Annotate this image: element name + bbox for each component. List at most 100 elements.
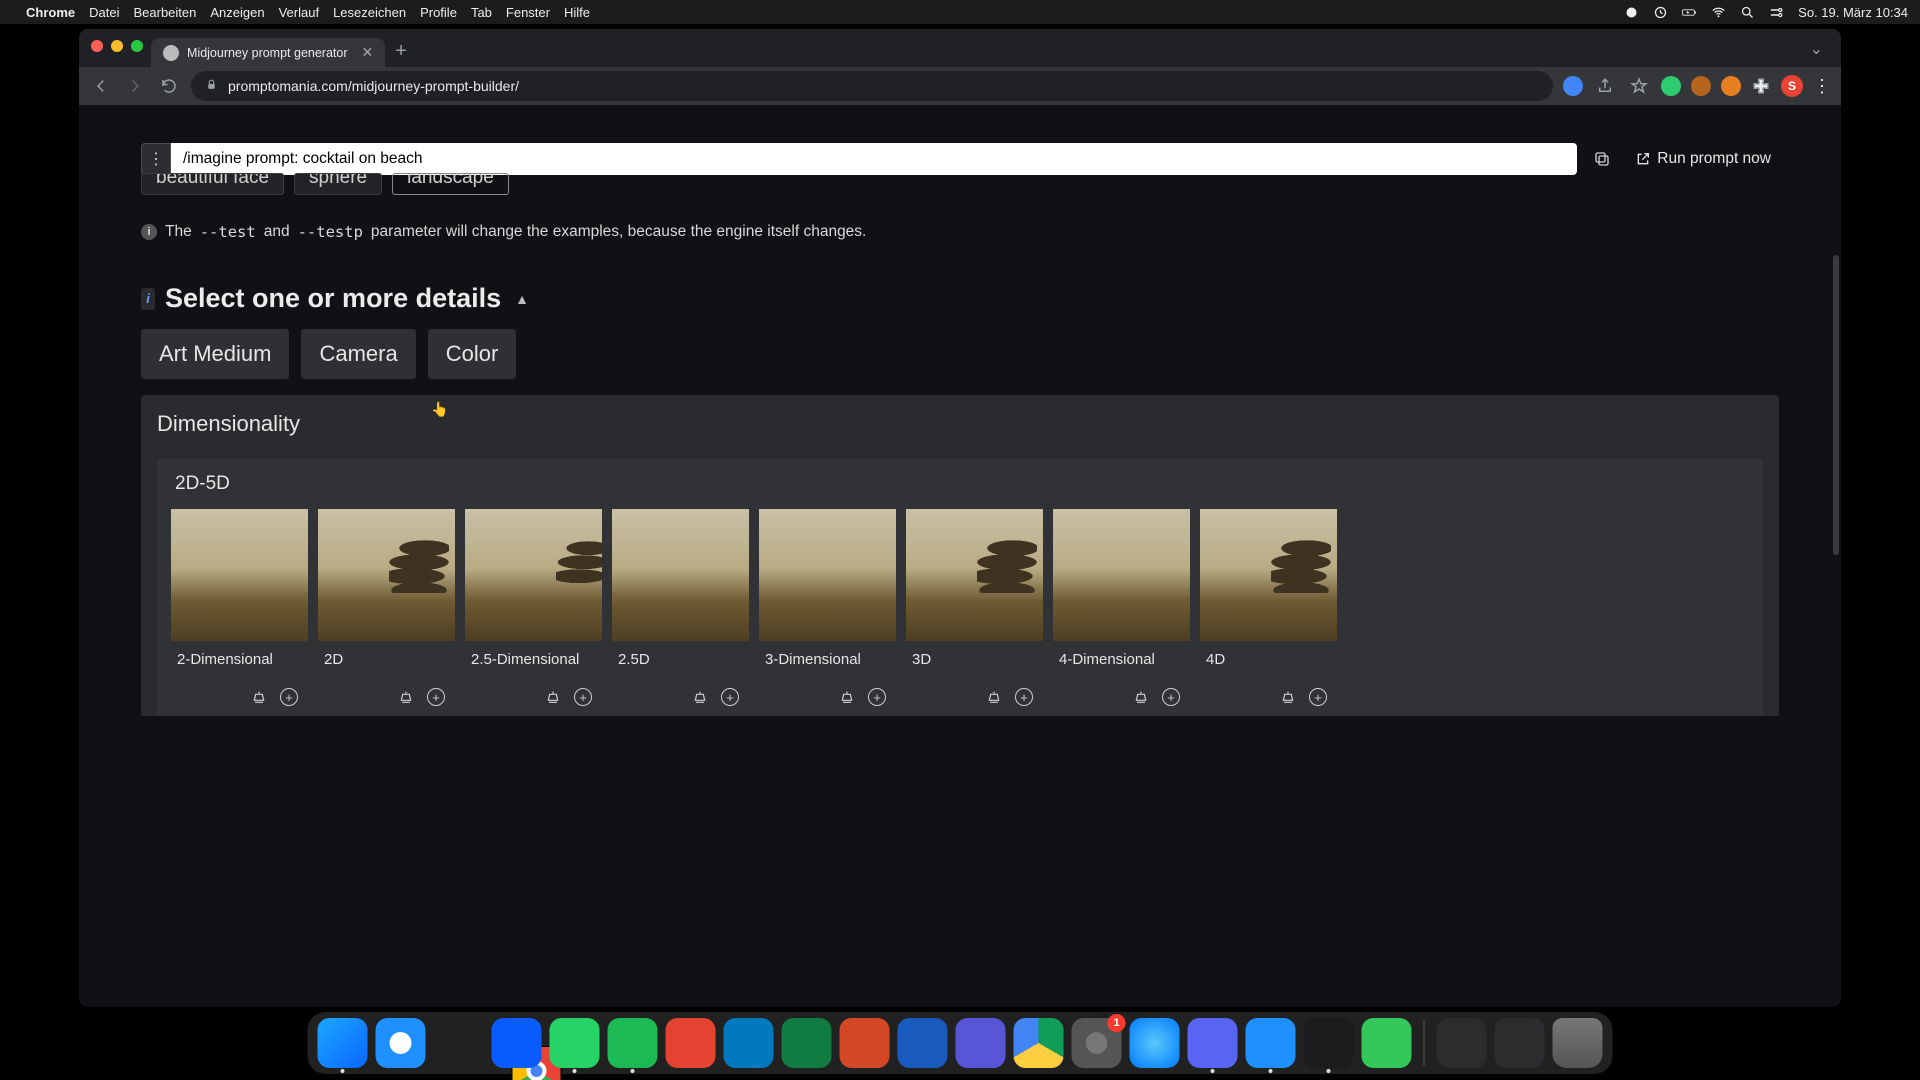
timer-icon[interactable] [1653,5,1668,20]
dock-voice-memos[interactable] [1304,1018,1354,1068]
add-style-button[interactable]: + [868,688,886,706]
style-thumbnail [1053,509,1190,641]
weight-icon[interactable] [691,688,709,706]
shield-extension-icon[interactable] [1661,76,1681,96]
dock-gdrive[interactable] [1014,1018,1064,1068]
tab-art-medium[interactable]: Art Medium [141,329,289,379]
minimize-window-button[interactable] [111,40,123,52]
dock-app[interactable] [1362,1018,1412,1068]
tab-camera[interactable]: Camera [301,329,415,379]
reload-button[interactable] [157,74,181,98]
record-icon[interactable] [1624,5,1639,20]
spotlight-icon[interactable] [1740,5,1755,20]
collapse-caret-icon[interactable]: ▲ [515,291,529,307]
menubar-item[interactable]: Anzeigen [210,5,264,20]
style-card[interactable]: 2D + [318,509,455,716]
extension-icon[interactable] [1691,76,1711,96]
add-style-button[interactable]: + [721,688,739,706]
weight-icon[interactable] [838,688,856,706]
extension-icon[interactable] [1721,76,1741,96]
menubar-item[interactable]: Verlauf [279,5,319,20]
style-card[interactable]: 3D + [906,509,1043,716]
menubar-app-name[interactable]: Chrome [26,5,75,20]
weight-icon[interactable] [1279,688,1297,706]
profile-avatar[interactable]: S [1781,75,1803,97]
dock-settings[interactable]: 1 [1072,1018,1122,1068]
style-card[interactable]: 2.5D + [612,509,749,716]
dock-excel[interactable] [782,1018,832,1068]
menubar-item[interactable]: Bearbeiten [133,5,196,20]
bookmark-star-icon[interactable] [1627,74,1651,98]
prompt-input[interactable]: /imagine prompt: cocktail on beach [171,143,1577,175]
dock-folder[interactable] [1437,1018,1487,1068]
dock-trello[interactable] [724,1018,774,1068]
google-translate-icon[interactable] [1563,76,1583,96]
extensions-puzzle-icon[interactable] [1751,76,1771,96]
menubar-item[interactable]: Fenster [506,5,550,20]
close-tab-icon[interactable]: ✕ [362,44,374,61]
dock-app[interactable] [1130,1018,1180,1068]
dock-folder[interactable] [1495,1018,1545,1068]
panel-title[interactable]: Dimensionality [157,411,1763,437]
chip-landscape[interactable]: landscape [392,173,509,195]
close-window-button[interactable] [91,40,103,52]
dock-finder[interactable] [318,1018,368,1068]
style-card[interactable]: 3-Dimensional + [759,509,896,716]
dock-powerpoint[interactable] [840,1018,890,1068]
menubar-clock[interactable]: So. 19. März 10:34 [1798,5,1908,20]
prompt-menu-button[interactable]: ⋮ [141,143,171,175]
weight-icon[interactable] [985,688,1003,706]
dock-spotify[interactable] [608,1018,658,1068]
style-card[interactable]: 4-Dimensional + [1053,509,1190,716]
chip-sphere[interactable]: sphere [294,173,382,195]
dock-zoom[interactable] [492,1018,542,1068]
browser-tab[interactable]: Midjourney prompt generator ✕ [151,38,385,67]
dock-trash[interactable] [1553,1018,1603,1068]
menubar-item[interactable]: Datei [89,5,119,20]
maximize-window-button[interactable] [131,40,143,52]
chip-beautiful-face[interactable]: beautiful face [141,173,284,195]
dock-imovie[interactable] [956,1018,1006,1068]
dock-word[interactable] [898,1018,948,1068]
add-style-button[interactable]: + [1015,688,1033,706]
example-chips: beautiful face sphere landscape [141,179,509,201]
section-header-details[interactable]: i Select one or more details ▲ [141,283,529,314]
dock-safari[interactable] [376,1018,426,1068]
weight-icon[interactable] [544,688,562,706]
copy-prompt-button[interactable] [1587,144,1617,174]
add-style-button[interactable]: + [574,688,592,706]
add-style-button[interactable]: + [427,688,445,706]
scrollbar[interactable] [1833,255,1839,555]
share-icon[interactable] [1593,74,1617,98]
style-card[interactable]: 4D + [1200,509,1337,716]
add-style-button[interactable]: + [1162,688,1180,706]
style-card[interactable]: 2.5-Dimensional + [465,509,602,716]
forward-button[interactable] [123,74,147,98]
dock-todoist[interactable] [666,1018,716,1068]
address-bar[interactable]: promptomania.com/midjourney-prompt-build… [191,71,1553,101]
menubar-item[interactable]: Lesezeichen [333,5,406,20]
tab-color[interactable]: Color [428,329,517,379]
style-card[interactable]: 2-Dimensional + [171,509,308,716]
menubar-item[interactable]: Tab [471,5,492,20]
tabs-dropdown-icon[interactable]: ⌄ [1800,39,1833,67]
add-style-button[interactable]: + [1309,688,1327,706]
dock-whatsapp[interactable] [550,1018,600,1068]
new-tab-button[interactable]: + [385,36,417,67]
style-label: 3D [906,641,1043,672]
chrome-menu-icon[interactable]: ⋮ [1813,76,1831,97]
control-center-icon[interactable] [1769,5,1784,20]
add-style-button[interactable]: + [280,688,298,706]
weight-icon[interactable] [397,688,415,706]
run-prompt-button[interactable]: Run prompt now [1627,146,1779,172]
window-controls [87,40,151,62]
weight-icon[interactable] [1132,688,1150,706]
menubar-item[interactable]: Profile [420,5,457,20]
dock-quicktime[interactable] [1246,1018,1296,1068]
dock-discord[interactable] [1188,1018,1238,1068]
back-button[interactable] [89,74,113,98]
battery-icon[interactable] [1682,5,1697,20]
menubar-item[interactable]: Hilfe [564,5,590,20]
wifi-icon[interactable] [1711,5,1726,20]
weight-icon[interactable] [250,688,268,706]
